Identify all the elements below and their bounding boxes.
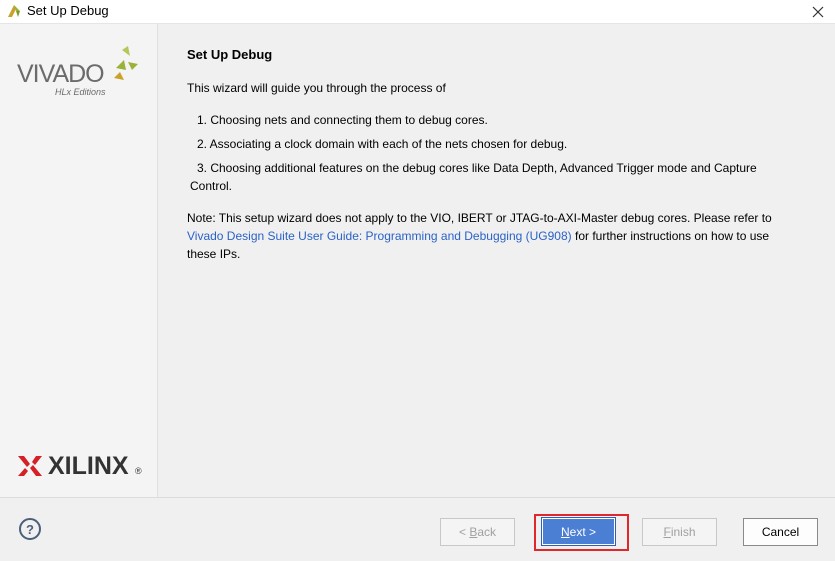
back-button-mnemonic: B [469,525,478,539]
cancel-button[interactable]: Cancel [743,518,818,546]
step-item-2: 2. Associating a clock domain with each … [197,137,568,151]
step-item-3-continued: Control. [190,179,233,193]
back-button-prefix: < [458,525,470,539]
xilinx-registered-mark: ® [135,466,142,476]
window-title: Set Up Debug [27,3,109,18]
note-text-line3: these IPs. [187,247,241,261]
close-icon [812,6,824,18]
help-button[interactable]: ? [19,518,41,540]
vivado-logo: VIVADO HLx Editions [17,46,143,102]
next-button-mnemonic: N [560,524,570,539]
title-bar: Set Up Debug [0,0,835,24]
note-text-line1: Note: This setup wizard does not apply t… [187,211,772,225]
intro-text: This wizard will guide you through the p… [187,81,446,95]
user-guide-link[interactable]: Vivado Design Suite User Guide: Programm… [187,229,572,243]
vivado-leaf-icon [114,46,138,80]
wizard-footer: ? < Back Next > Finish Cancel [0,497,835,561]
xilinx-logo-text: XILINX [48,452,129,480]
vivado-app-icon [8,5,20,17]
note-text-line2: Vivado Design Suite User Guide: Programm… [187,227,769,245]
cancel-button-label: Cancel [761,525,800,539]
next-button-label: ext > [569,524,597,539]
next-button[interactable]: Next > [541,517,616,546]
help-icon: ? [26,521,34,537]
page-heading: Set Up Debug [187,47,273,62]
finish-button-label: inish [670,525,696,539]
back-button-label: ack [477,525,497,539]
wizard-sidebar: VIVADO HLx Editions XILINX ® [0,24,158,497]
note-text-continuation: for further instructions on how to use [571,229,770,243]
xilinx-logo: XILINX ® [18,452,148,480]
xilinx-x-icon [18,456,42,476]
vivado-logo-subtitle: HLx Editions [55,87,106,97]
finish-button-mnemonic: F [663,525,671,539]
vivado-logo-text: VIVADO [17,60,105,88]
step-item-1: 1. Choosing nets and connecting them to … [197,113,488,127]
finish-button[interactable]: Finish [642,518,717,546]
close-button[interactable] [801,0,835,24]
wizard-content: Set Up Debug This wizard will guide you … [158,24,835,497]
back-button[interactable]: < Back [440,518,515,546]
step-item-3: 3. Choosing additional features on the d… [197,161,757,175]
